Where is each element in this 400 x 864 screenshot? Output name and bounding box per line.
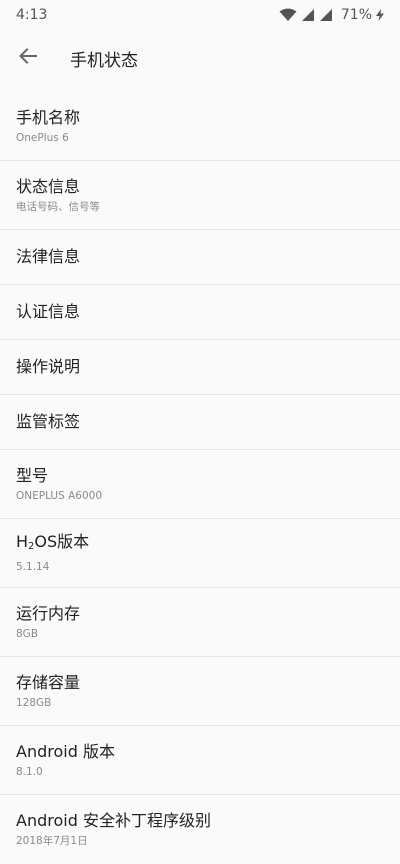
list-item-security-patch[interactable]: Android 安全补丁程序级别 2018年7月1日 bbox=[0, 795, 400, 864]
page-title: 手机状态 bbox=[70, 50, 138, 71]
list-item-h2os-version[interactable]: H2OS版本 5.1.14 bbox=[0, 519, 400, 588]
item-title: 存储容量 bbox=[16, 672, 81, 692]
item-title: 操作说明 bbox=[16, 357, 81, 376]
settings-list: 手机名称 OnePlus 6 状态信息 电话号码、信号等 法律信息 认证信息 操… bbox=[0, 92, 400, 864]
list-item-legal-info[interactable]: 法律信息 bbox=[0, 230, 400, 285]
item-title: 监管标签 bbox=[16, 412, 81, 431]
list-item-android-version[interactable]: Android 版本 8.1.0 bbox=[0, 726, 400, 795]
item-subtitle: 8.1.0 bbox=[16, 765, 43, 778]
item-subtitle: 128GB bbox=[16, 696, 52, 709]
status-bar: 4:13 71% bbox=[0, 0, 400, 30]
item-title: Android 版本 bbox=[16, 741, 115, 761]
back-button[interactable] bbox=[16, 46, 40, 70]
item-subtitle: 8GB bbox=[16, 627, 39, 640]
item-subtitle: ONEPLUS A6000 bbox=[16, 489, 103, 502]
item-subtitle: 电话号码、信号等 bbox=[16, 200, 100, 213]
arrow-left-icon bbox=[18, 46, 38, 70]
battery-percentage: 71% bbox=[340, 7, 372, 23]
item-title: 运行内存 bbox=[16, 603, 81, 623]
list-item-regulatory-labels[interactable]: 监管标签 bbox=[0, 395, 400, 450]
list-item-ram[interactable]: 运行内存 8GB bbox=[0, 588, 400, 657]
item-title: 手机名称 bbox=[16, 107, 81, 127]
item-subtitle: OnePlus 6 bbox=[16, 131, 69, 144]
list-item-operation-guide[interactable]: 操作说明 bbox=[0, 340, 400, 395]
item-title: H2OS版本 bbox=[16, 532, 400, 557]
item-title: 状态信息 bbox=[16, 176, 81, 196]
app-bar: 手机状态 bbox=[0, 30, 400, 86]
item-title: Android 安全补丁程序级别 bbox=[16, 811, 211, 830]
list-item-phone-name[interactable]: 手机名称 OnePlus 6 bbox=[0, 92, 400, 161]
item-title-suffix: OS版本 bbox=[34, 532, 90, 551]
signal-icon bbox=[319, 8, 333, 22]
item-title: 认证信息 bbox=[16, 302, 81, 321]
battery-charging-icon bbox=[376, 9, 384, 21]
list-item-certification-info[interactable]: 认证信息 bbox=[0, 285, 400, 340]
status-icons: 71% bbox=[279, 7, 384, 23]
wifi-icon bbox=[279, 8, 297, 22]
item-title-prefix: H bbox=[16, 532, 29, 551]
list-item-storage[interactable]: 存储容量 128GB bbox=[0, 657, 400, 726]
list-item-model[interactable]: 型号 ONEPLUS A6000 bbox=[0, 450, 400, 519]
status-time: 4:13 bbox=[16, 7, 48, 23]
item-subtitle: 5.1.14 bbox=[16, 561, 50, 573]
item-title: 法律信息 bbox=[16, 247, 81, 266]
list-item-status-info[interactable]: 状态信息 电话号码、信号等 bbox=[0, 161, 400, 230]
signal-icon bbox=[301, 8, 315, 22]
item-title: 型号 bbox=[16, 465, 49, 485]
item-subtitle: 2018年7月1日 bbox=[16, 835, 88, 847]
